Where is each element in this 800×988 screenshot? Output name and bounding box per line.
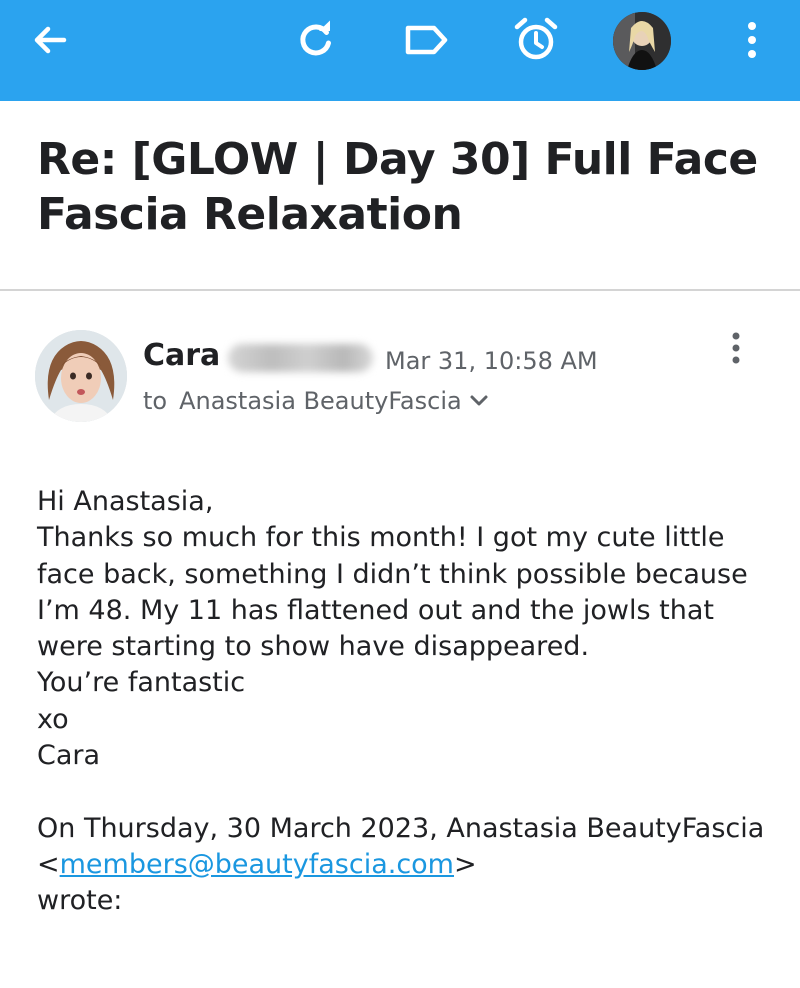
body-line: xo [37, 703, 69, 735]
quote-suffix: > [454, 848, 477, 880]
more-vertical-icon [748, 22, 756, 58]
top-app-bar [0, 0, 800, 101]
more-options-button[interactable] [724, 16, 780, 64]
recipient-name: Anastasia BeautyFascia [179, 387, 462, 415]
redacted-surname [228, 344, 373, 372]
label-icon [405, 25, 448, 55]
email-app: Re: [GLOW | Day 30] Full Face Fascia Rel… [0, 0, 800, 988]
account-photo [613, 12, 671, 70]
body-greeting: Hi Anastasia, [37, 486, 214, 517]
account-avatar[interactable] [613, 12, 671, 70]
sender-avatar[interactable] [35, 330, 127, 422]
recipient-details-toggle[interactable]: to Anastasia BeautyFascia [143, 384, 490, 418]
body-paragraph: Thanks so much for this month! I got my … [37, 522, 748, 663]
refresh-icon [300, 20, 331, 56]
recipient-prefix: to [143, 387, 168, 415]
label-button[interactable] [398, 16, 454, 64]
back-arrow-icon [34, 26, 67, 54]
back-button[interactable] [22, 16, 78, 64]
sender-email-link[interactable]: members@beautyfascia.com [60, 849, 454, 880]
refresh-button[interactable] [288, 16, 344, 64]
email-body: Hi Anastasia, Thanks so much for this mo… [37, 484, 777, 920]
body-line: You’re fantastic [37, 667, 246, 699]
sender-name: Cara [143, 338, 221, 373]
sender-photo [35, 330, 127, 422]
snooze-button[interactable] [508, 16, 564, 64]
divider [0, 289, 800, 291]
more-vertical-icon [732, 332, 740, 364]
message-more-button[interactable] [716, 326, 756, 370]
quoted-header: On Thursday, 30 March 2023, Anastasia Be… [37, 811, 777, 920]
email-subject: Re: [GLOW | Day 30] Full Face Fascia Rel… [37, 134, 758, 240]
chevron-down-icon [468, 390, 490, 412]
email-timestamp: Mar 31, 10:58 AM [385, 347, 598, 375]
quote-wrote: wrote: [37, 885, 123, 917]
body-signature: Cara [37, 740, 101, 772]
alarm-clock-icon [514, 17, 558, 60]
